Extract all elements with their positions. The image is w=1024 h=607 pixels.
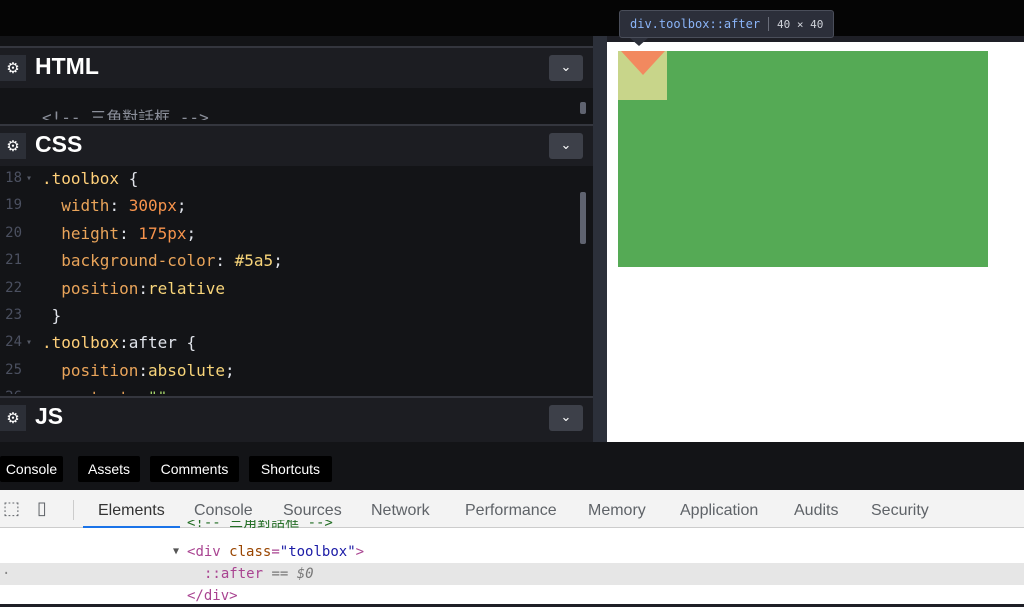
line-number: 22 [5,279,22,296]
bottom-button-bar: Console Assets Comments Shortcuts [0,442,1024,490]
tooltip-arrow [630,38,648,46]
css-code-line[interactable]: 26 content: "" [0,384,593,394]
gear-icon[interactable]: ⚙ [0,55,26,81]
code-text: position:absolute; [42,360,235,380]
fold-icon[interactable]: ▾ [26,329,32,356]
line-number: 21 [5,252,22,269]
toolbar-divider [73,500,74,520]
dom-selected-marker: == $0 [271,566,314,582]
preview-pane [607,42,1024,442]
code-text: position:relative [42,278,226,298]
chevron-down-icon[interactable]: ⌄ [549,55,583,81]
line-number: 19 [5,197,22,214]
code-text: .toolbox:after { [42,333,197,353]
chevron-down-icon[interactable]: ⌄ [549,405,583,431]
dom-attr-value: "toolbox" [279,544,356,560]
line-number: 26 [0,384,22,394]
code-text: .toolbox { [42,169,139,188]
code-text: } [42,306,62,325]
shortcuts-button[interactable]: Shortcuts [249,456,332,482]
assets-button[interactable]: Assets [78,456,140,482]
dom-tag-name: div [195,544,221,560]
top-bar [0,0,1024,36]
css-panel-title: CSS [35,131,83,157]
css-code-line[interactable]: 20 height: 175px; [0,220,593,247]
html-panel-title: HTML [35,53,99,79]
dom-attr-name: class [229,544,272,560]
css-code-line[interactable]: 25 position:absolute; [0,357,593,384]
dom-div-node[interactable]: ▼ <div class="toolbox"> [0,541,1024,563]
code-text: height: 175px; [42,223,197,243]
tooltip-size: 40 × 40 [777,17,824,31]
css-code-line[interactable]: 21 background-color: #5a5; [0,247,593,274]
js-panel-title: JS [35,403,64,429]
devtools-panel: ⬚ ▯ Elements Console Sources Network Per… [0,490,1024,604]
console-button[interactable]: Console [0,456,63,482]
line-number: 25 [5,361,22,378]
css-panel-header[interactable]: ⚙ CSS ⌄ [0,124,593,166]
dom-pseudo-element: ::after [204,566,264,582]
device-toggle-icon[interactable]: ▯ [37,498,47,519]
code-text: background-color: #5a5; [42,251,283,271]
comments-button[interactable]: Comments [150,456,239,482]
chevron-down-icon[interactable]: ⌄ [549,133,583,159]
dom-comment-node[interactable]: <!-- 三角對話框 --> [0,520,1024,534]
code-text: content: "" [42,384,167,394]
gear-icon[interactable]: ⚙ [0,133,26,159]
css-code-line[interactable]: 22 position:relative [0,275,593,302]
editor-panels: ⚙ HTML ⌄ 6 ▾ <!-- 三角對話框 --> ⚙ CSS ⌄ 18▾.… [0,36,593,442]
dom-after-node[interactable]: ·::after == $0 [0,563,1024,585]
tooltip-separator [768,17,770,31]
code-text: width: 300px; [42,196,187,216]
expand-triangle-icon[interactable]: ▼ [173,541,179,563]
css-code-line[interactable]: 19 width: 300px; [0,192,593,219]
line-number: 24 [5,334,22,351]
html-comment: <!-- 三角對話框 --> [42,108,209,120]
inspector-tooltip: div.toolbox::after 40 × 40 [619,10,835,38]
html-code-line[interactable]: 6 ▾ <!-- 三角對話框 --> [0,100,593,120]
html-scrollbar[interactable] [580,102,586,114]
line-number: 23 [5,307,22,323]
css-code-line[interactable]: 23 } [0,302,593,329]
js-panel-header[interactable]: ⚙ JS ⌄ [0,396,593,442]
css-code-line[interactable]: 24 ▾ .toolbox:after { [0,329,593,356]
css-code-line[interactable]: 18 ▾ .toolbox { [0,165,593,192]
fold-icon[interactable]: ▾ [26,165,32,192]
line-number: 20 [5,224,22,241]
css-scrollbar[interactable] [580,192,586,244]
selection-dot: · [2,566,11,582]
line-number: 18 [5,170,22,186]
gear-icon[interactable]: ⚙ [0,405,26,431]
after-highlight [618,51,667,100]
resize-divider[interactable] [593,36,607,442]
toolbox-box [618,51,988,267]
tooltip-selector: div.toolbox::after [630,17,761,31]
inspect-cursor-icon[interactable]: ⬚ [3,498,20,519]
dom-comment-text: <!-- 三角對話框 --> [187,520,333,531]
triangle-shape [621,51,665,75]
html-panel-header[interactable]: ⚙ HTML ⌄ [0,46,593,88]
